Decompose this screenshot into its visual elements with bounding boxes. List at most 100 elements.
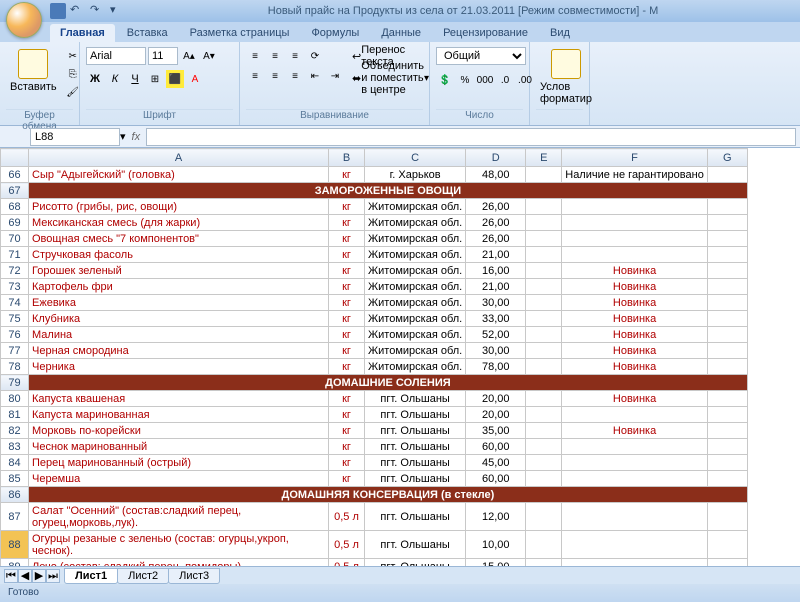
cell[interactable] xyxy=(526,391,562,407)
row-header[interactable]: 81 xyxy=(1,407,29,423)
cell[interactable]: Салат "Осенний" (состав:сладкий перец, о… xyxy=(29,503,329,531)
cell[interactable]: 16,00 xyxy=(466,263,526,279)
row-header[interactable]: 67 xyxy=(1,183,29,199)
font-color-icon[interactable]: A xyxy=(186,70,204,88)
cell[interactable]: Житомирская обл. xyxy=(365,247,466,263)
number-format-select[interactable]: Общий xyxy=(436,47,526,65)
sheet-nav-first-icon[interactable]: ⏮ xyxy=(4,569,18,583)
cell[interactable] xyxy=(562,199,708,215)
cell[interactable]: 26,00 xyxy=(466,199,526,215)
cell[interactable] xyxy=(526,199,562,215)
cell[interactable]: кг xyxy=(329,391,365,407)
cell[interactable] xyxy=(526,455,562,471)
border-icon[interactable]: ⊞ xyxy=(146,70,164,88)
redo-icon[interactable]: ↷ xyxy=(90,3,106,19)
cell[interactable] xyxy=(707,263,747,279)
cell[interactable]: пгт. Ольшаны xyxy=(365,531,466,559)
row-header[interactable]: 86 xyxy=(1,487,29,503)
cell[interactable] xyxy=(707,247,747,263)
align-bottom-icon[interactable]: ≡ xyxy=(286,47,304,65)
undo-icon[interactable]: ↶ xyxy=(70,3,86,19)
cell[interactable]: 0,5 л xyxy=(329,531,365,559)
cell[interactable]: 60,00 xyxy=(466,471,526,487)
cell[interactable] xyxy=(707,531,747,559)
section-header[interactable]: ДОМАШНЯЯ КОНСЕРВАЦИЯ (в стекле) xyxy=(29,487,748,503)
shrink-font-icon[interactable]: A▾ xyxy=(200,47,218,65)
cell[interactable]: Черемша xyxy=(29,471,329,487)
tab-view[interactable]: Вид xyxy=(540,24,580,42)
cell[interactable] xyxy=(526,263,562,279)
cell[interactable]: пгт. Ольшаны xyxy=(365,423,466,439)
grow-font-icon[interactable]: A▴ xyxy=(180,47,198,65)
cell[interactable]: Новинка xyxy=(562,311,708,327)
cell[interactable]: Малина xyxy=(29,327,329,343)
cell[interactable] xyxy=(526,215,562,231)
cell[interactable]: 26,00 xyxy=(466,215,526,231)
cell[interactable] xyxy=(707,295,747,311)
row-header[interactable]: 66 xyxy=(1,167,29,183)
row-header[interactable]: 76 xyxy=(1,327,29,343)
col-header-C[interactable]: C xyxy=(365,149,466,167)
cell[interactable]: кг xyxy=(329,295,365,311)
cell[interactable]: Сыр "Адыгейский" (головка) xyxy=(29,167,329,183)
cell[interactable] xyxy=(707,359,747,375)
row-header[interactable]: 84 xyxy=(1,455,29,471)
cell[interactable]: Капуста маринованная xyxy=(29,407,329,423)
row-header[interactable]: 77 xyxy=(1,343,29,359)
row-header[interactable]: 82 xyxy=(1,423,29,439)
cell[interactable] xyxy=(526,311,562,327)
cell[interactable]: Картофель фри xyxy=(29,279,329,295)
row-header[interactable]: 88 xyxy=(1,531,29,559)
fx-icon[interactable]: fx xyxy=(132,131,141,143)
cell[interactable]: 60,00 xyxy=(466,439,526,455)
cell[interactable] xyxy=(562,503,708,531)
cell[interactable]: Морковь по-корейски xyxy=(29,423,329,439)
cell[interactable]: Житомирская обл. xyxy=(365,199,466,215)
cell[interactable]: Новинка xyxy=(562,391,708,407)
col-header-F[interactable]: F xyxy=(562,149,708,167)
cell[interactable]: Житомирская обл. xyxy=(365,215,466,231)
cell[interactable]: 45,00 xyxy=(466,455,526,471)
office-button[interactable] xyxy=(6,2,42,38)
cell[interactable]: Стручковая фасоль xyxy=(29,247,329,263)
cell[interactable] xyxy=(526,407,562,423)
save-icon[interactable] xyxy=(50,3,66,19)
namebox-dropdown-icon[interactable]: ▾ xyxy=(120,130,126,143)
cell[interactable]: Рисотто (грибы, рис, овощи) xyxy=(29,199,329,215)
cell[interactable]: кг xyxy=(329,247,365,263)
cell[interactable]: 21,00 xyxy=(466,279,526,295)
inc-decimal-icon[interactable]: .0 xyxy=(496,71,514,89)
cell[interactable]: кг xyxy=(329,231,365,247)
cell[interactable]: кг xyxy=(329,215,365,231)
align-center-icon[interactable]: ≡ xyxy=(266,67,284,85)
indent-inc-icon[interactable]: ⇥ xyxy=(326,67,344,85)
tab-review[interactable]: Рецензирование xyxy=(433,24,538,42)
cell[interactable] xyxy=(707,231,747,247)
sheet-nav-prev-icon[interactable]: ◀ xyxy=(18,569,32,583)
cell[interactable] xyxy=(707,391,747,407)
cell[interactable]: Житомирская обл. xyxy=(365,359,466,375)
cell[interactable] xyxy=(526,247,562,263)
cell[interactable]: 48,00 xyxy=(466,167,526,183)
cell[interactable]: пгт. Ольшаны xyxy=(365,407,466,423)
cell[interactable]: Огурцы резаные с зеленью (состав: огурцы… xyxy=(29,531,329,559)
cell[interactable]: кг xyxy=(329,423,365,439)
font-size-box[interactable] xyxy=(148,47,178,65)
cell[interactable]: 21,00 xyxy=(466,247,526,263)
cell[interactable]: кг xyxy=(329,439,365,455)
cell[interactable] xyxy=(562,531,708,559)
cut-icon[interactable]: ✂ xyxy=(64,47,82,65)
cell[interactable]: Горошек зеленый xyxy=(29,263,329,279)
cell[interactable]: Житомирская обл. xyxy=(365,263,466,279)
cell[interactable] xyxy=(707,311,747,327)
cell[interactable]: кг xyxy=(329,343,365,359)
cell[interactable]: Житомирская обл. xyxy=(365,231,466,247)
row-header[interactable]: 87 xyxy=(1,503,29,531)
tab-layout[interactable]: Разметка страницы xyxy=(180,24,300,42)
cell[interactable]: Новинка xyxy=(562,327,708,343)
orientation-icon[interactable]: ⟳ xyxy=(306,47,324,65)
cell[interactable]: Житомирская обл. xyxy=(365,295,466,311)
cell[interactable]: Перец маринованный (острый) xyxy=(29,455,329,471)
cell[interactable] xyxy=(707,471,747,487)
cell[interactable]: Лечо (состав: сладкий перец, помидоры). xyxy=(29,559,329,567)
